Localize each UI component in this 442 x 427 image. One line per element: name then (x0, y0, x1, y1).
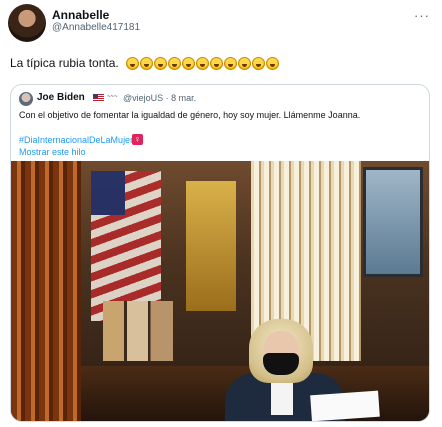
quoted-handle-time: @viejoUS · 8 mar. (123, 93, 197, 103)
us-flag-left (91, 171, 161, 321)
female-sign-icon: ♀ (132, 134, 143, 145)
quoted-author-name[interactable]: Joe Biden (37, 92, 85, 103)
more-options-icon[interactable]: ··· (414, 8, 430, 23)
laughing-crying-emoji-icon (154, 57, 168, 70)
laughing-crying-emoji-icon (196, 57, 210, 70)
gold-flag (186, 181, 236, 311)
window (363, 167, 423, 277)
laughing-crying-emoji-icon (126, 57, 140, 70)
paper-sheet (310, 390, 380, 421)
laughing-crying-emoji-icon (252, 57, 266, 70)
quoted-body: Con el objetivo de fomentar la igualdad … (19, 110, 361, 120)
emoji-row (126, 57, 280, 70)
quoted-image[interactable] (11, 161, 429, 421)
avatar[interactable] (8, 4, 46, 42)
laughing-crying-emoji-icon (182, 57, 196, 70)
tweet-text-content: La típica rubia tonta. (10, 56, 119, 70)
author-handle[interactable]: @Annabelle417181 (52, 22, 140, 33)
quoted-avatar[interactable] (19, 92, 33, 106)
curtain-left (11, 161, 81, 421)
laughing-crying-emoji-icon (168, 57, 182, 70)
person-mask (263, 353, 299, 375)
signature-icon: ~~~ (107, 94, 118, 100)
laughing-crying-emoji-icon (210, 57, 224, 70)
laughing-crying-emoji-icon (266, 57, 280, 70)
laughing-crying-emoji-icon (224, 57, 238, 70)
laughing-crying-emoji-icon (238, 57, 252, 70)
author-name[interactable]: Annabelle (52, 8, 109, 22)
us-flag-icon (93, 94, 104, 102)
quoted-hashtag[interactable]: #DiaInternacionalDeLaMujer (19, 135, 133, 145)
show-thread-link[interactable]: Mostrar este hilo (19, 147, 86, 157)
tweet-text: La típica rubia tonta. (10, 56, 280, 70)
laughing-crying-emoji-icon (140, 57, 154, 70)
photo-frames (103, 301, 173, 361)
quoted-tweet-card[interactable]: Joe Biden ~~~ @viejoUS · 8 mar. Con el o… (10, 84, 430, 422)
